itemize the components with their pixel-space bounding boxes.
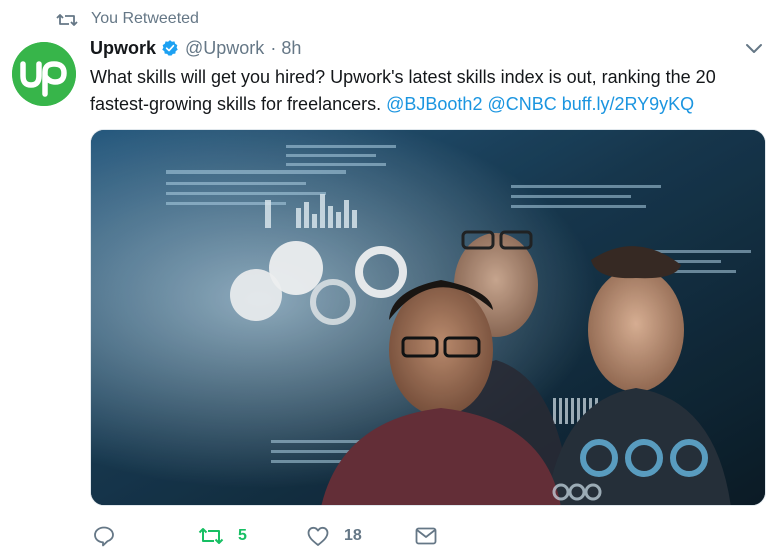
- tweet-header: Upwork @Upwork · 8h: [90, 36, 301, 60]
- upwork-logo-icon: [12, 42, 76, 106]
- mention-bjbooth2[interactable]: @BJBooth2: [386, 94, 482, 114]
- display-name[interactable]: Upwork: [90, 38, 156, 59]
- tweet-line-2-text: fastest-growing skills for freelancers.: [90, 94, 382, 114]
- tweet-link[interactable]: buff.ly/2RY9yKQ: [562, 94, 694, 114]
- timestamp[interactable]: 8h: [281, 38, 301, 59]
- tweet-actions: 5 18: [90, 522, 690, 550]
- direct-message-button[interactable]: [414, 522, 438, 550]
- envelope-icon: [415, 527, 437, 545]
- retweet-icon: [56, 14, 78, 26]
- like-button[interactable]: 18: [306, 522, 362, 550]
- separator: ·: [270, 37, 277, 58]
- reply-button[interactable]: [92, 522, 116, 550]
- like-count: 18: [344, 527, 362, 544]
- reply-icon: [94, 526, 114, 547]
- handle[interactable]: @Upwork: [185, 38, 264, 59]
- heart-icon: [307, 526, 329, 546]
- retweet-button[interactable]: 5: [198, 522, 247, 550]
- chevron-down-icon[interactable]: [744, 42, 764, 56]
- photo-people-hologram: [91, 130, 765, 505]
- tweet-line-2: fastest-growing skills for freelancers. …: [90, 91, 760, 118]
- tweet-text: What skills will get you hired? Upwork's…: [90, 64, 760, 118]
- avatar[interactable]: [12, 42, 76, 106]
- retweet-count: 5: [238, 527, 247, 544]
- retweet-action-icon: [198, 528, 224, 544]
- tweet-media-photo[interactable]: [90, 129, 766, 506]
- mention-cnbc[interactable]: @CNBC: [487, 94, 556, 114]
- verified-badge-icon: [162, 40, 178, 56]
- tweet-line-1: What skills will get you hired? Upwork's…: [90, 67, 716, 87]
- retweet-context-label[interactable]: You Retweeted: [91, 10, 199, 28]
